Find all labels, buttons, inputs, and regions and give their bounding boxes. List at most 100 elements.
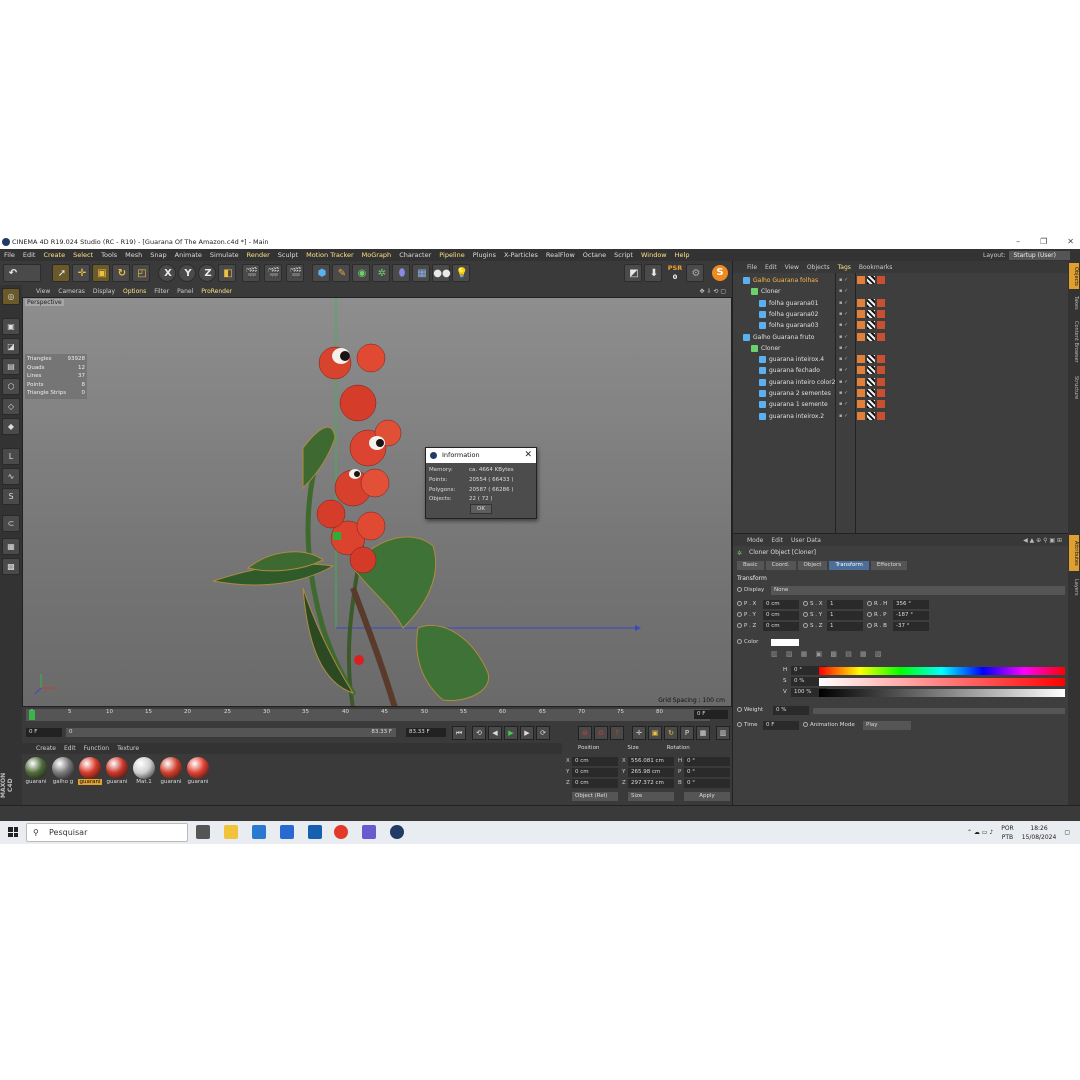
- maximize-button[interactable]: ❐: [1040, 235, 1047, 249]
- task-view-icon[interactable]: [196, 825, 210, 839]
- menu-render[interactable]: Render: [247, 251, 270, 259]
- tab-layers[interactable]: Layers: [1069, 575, 1079, 599]
- material-swatch[interactable]: Mat.1: [132, 757, 156, 787]
- menu-octane[interactable]: Octane: [583, 251, 606, 259]
- lock-workplane-button[interactable]: ▩: [2, 558, 20, 575]
- visibility-toggles[interactable]: ▪ ✓: [839, 332, 848, 343]
- current-frame-field[interactable]: 0 F: [694, 710, 728, 719]
- object-row[interactable]: guarana fechado ▪ ✓: [733, 365, 1069, 376]
- object-tags[interactable]: [857, 355, 885, 364]
- tab-objects[interactable]: Objects: [1069, 263, 1079, 289]
- menu-xparticles[interactable]: X-Particles: [504, 251, 538, 259]
- mat-menu-edit[interactable]: Edit: [64, 745, 76, 752]
- object-row[interactable]: folha guarana02 ▪ ✓: [733, 309, 1069, 320]
- download-button[interactable]: ⬇: [644, 264, 662, 282]
- material-swatch[interactable]: guarani: [159, 757, 183, 787]
- scale-tool-button[interactable]: ▣: [92, 264, 110, 282]
- vp-menu-prorender[interactable]: ProRender: [201, 288, 232, 295]
- object-tags[interactable]: [857, 332, 885, 341]
- menu-file[interactable]: File: [4, 251, 15, 259]
- tag-icon[interactable]: [877, 389, 885, 397]
- tag-icon[interactable]: [877, 298, 885, 307]
- menu-pipeline[interactable]: Pipeline: [439, 251, 464, 259]
- om-menu-view[interactable]: View: [785, 264, 799, 271]
- object-tags[interactable]: [857, 400, 885, 409]
- edges-mode-button[interactable]: ◇: [2, 398, 20, 415]
- start-frame-field[interactable]: 0 F: [26, 728, 62, 737]
- tag-icon[interactable]: [857, 332, 865, 341]
- app-icon[interactable]: [362, 825, 376, 839]
- position-z-field[interactable]: 0 cm: [572, 779, 618, 788]
- attr-scale-y-field[interactable]: 1: [827, 611, 863, 620]
- tag-icon[interactable]: [867, 389, 875, 397]
- visibility-toggles[interactable]: ▪ ✓: [839, 377, 848, 388]
- menu-tools[interactable]: Tools: [101, 251, 117, 259]
- object-row[interactable]: Cloner ▪ ✓: [733, 343, 1069, 354]
- menu-help[interactable]: Help: [675, 251, 690, 259]
- close-button[interactable]: ✕: [1067, 235, 1074, 249]
- axis-y-button[interactable]: Y: [178, 264, 196, 282]
- visibility-toggles[interactable]: ▪ ✓: [839, 286, 848, 297]
- vp-menu-filter[interactable]: Filter: [154, 288, 169, 295]
- at-menu-edit[interactable]: Edit: [771, 537, 783, 544]
- attr-scale-x-field[interactable]: 1: [827, 600, 863, 609]
- tag-icon[interactable]: [867, 276, 875, 284]
- next-key-button[interactable]: ⟳: [536, 726, 550, 740]
- chrome-icon[interactable]: [334, 825, 348, 839]
- render-picture-button[interactable]: 🎬: [264, 264, 282, 282]
- rotation-h-field[interactable]: 0 °: [684, 757, 730, 766]
- time-field[interactable]: 0 F: [763, 721, 799, 730]
- end-frame-field[interactable]: 83.33 F: [406, 728, 446, 737]
- visibility-toggles[interactable]: ▪ ✓: [839, 275, 848, 286]
- attribute-nav-icons[interactable]: ◀ ▲ ⊕ ⚲ ▣ ⊞: [1023, 537, 1062, 544]
- tag-icon[interactable]: [857, 276, 865, 284]
- rotate-tool-button[interactable]: ↻: [112, 264, 130, 282]
- at-menu-mode[interactable]: Mode: [747, 537, 763, 544]
- cloner-button[interactable]: ✲: [372, 264, 390, 282]
- polygons-mode-button[interactable]: ◆: [2, 418, 20, 435]
- menu-select[interactable]: Select: [73, 251, 93, 259]
- weight-field[interactable]: 0 %: [773, 706, 809, 715]
- visibility-toggles[interactable]: ▪ ✓: [839, 399, 848, 410]
- object-tags[interactable]: [857, 377, 885, 386]
- object-tags[interactable]: [857, 298, 885, 307]
- material-swatch[interactable]: galho g: [51, 757, 75, 787]
- apply-button[interactable]: Apply: [684, 792, 730, 801]
- tag-icon[interactable]: [867, 411, 875, 420]
- axis-z-button[interactable]: Z: [198, 264, 216, 282]
- attr-position-y-field[interactable]: 0 cm: [763, 611, 799, 620]
- om-menu-bookmarks[interactable]: Bookmarks: [859, 264, 893, 271]
- tag-icon[interactable]: [877, 321, 885, 330]
- points-mode-button[interactable]: ⬡: [2, 378, 20, 395]
- solo-button[interactable]: S: [2, 488, 20, 505]
- menu-mesh[interactable]: Mesh: [125, 251, 142, 259]
- menu-sculpt[interactable]: Sculpt: [278, 251, 298, 259]
- tag-icon[interactable]: [867, 309, 875, 318]
- display-dropdown[interactable]: None: [771, 586, 1065, 595]
- object-row[interactable]: Cloner ▪ ✓: [733, 286, 1069, 297]
- menu-script[interactable]: Script: [614, 251, 633, 259]
- object-tags[interactable]: [857, 366, 885, 375]
- select-tool-button[interactable]: ➚: [52, 264, 70, 282]
- tag-icon[interactable]: [857, 355, 865, 364]
- object-tags[interactable]: [857, 389, 885, 397]
- make-editable-button[interactable]: ◎: [2, 288, 20, 305]
- tag-icon[interactable]: [857, 321, 865, 330]
- tab-effectors[interactable]: Effectors: [870, 561, 908, 570]
- pla-key-button[interactable]: ▦: [696, 726, 710, 740]
- attr-scale-z-field[interactable]: 1: [827, 622, 863, 631]
- menu-motion-tracker[interactable]: Motion Tracker: [306, 251, 354, 259]
- notification-icon[interactable]: ▢: [1064, 829, 1070, 836]
- preview-range-slider[interactable]: 0 83.33 F: [66, 728, 396, 737]
- position-key-button[interactable]: ✛: [632, 726, 646, 740]
- vp-menu-panel[interactable]: Panel: [177, 288, 193, 295]
- light-button[interactable]: 💡: [452, 264, 470, 282]
- prev-key-button[interactable]: ⟲: [472, 726, 486, 740]
- minimize-button[interactable]: –: [1016, 235, 1020, 249]
- pen-button[interactable]: ✎: [332, 264, 350, 282]
- menu-snap[interactable]: Snap: [150, 251, 166, 259]
- object-row[interactable]: guarana inteiro color2 ▪ ✓: [733, 377, 1069, 388]
- tag-icon[interactable]: [867, 321, 875, 330]
- param-key-button[interactable]: P: [680, 726, 694, 740]
- tag-icon[interactable]: [867, 332, 875, 341]
